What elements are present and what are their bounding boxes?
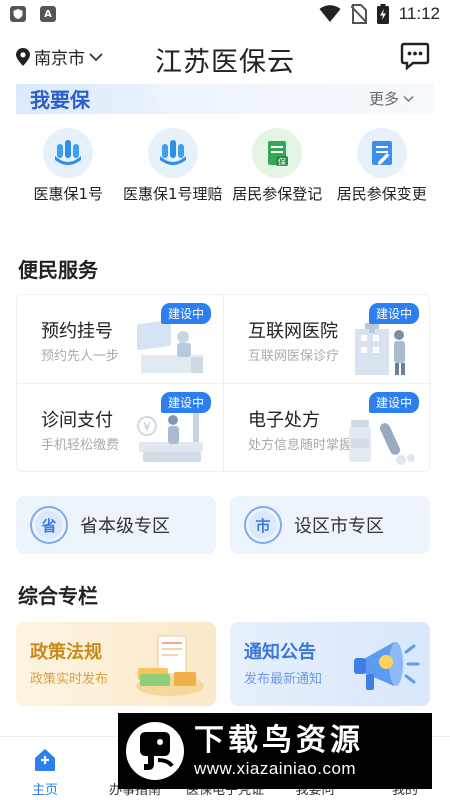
insure-item-yihuibao[interactable]: 医惠保1号 bbox=[16, 128, 121, 228]
document-insure-icon: 保 bbox=[252, 128, 303, 178]
insure-section-header: 我要保 更多 bbox=[16, 84, 434, 118]
zone-city[interactable]: 市 设区市专区 bbox=[230, 496, 430, 554]
policy-book-illustration bbox=[136, 635, 204, 696]
chevron-down-icon bbox=[403, 95, 414, 102]
megaphone-illustration bbox=[354, 642, 420, 690]
service-internet-hospital[interactable]: 互联网医院 互联网医保诊疗 建设中 bbox=[224, 295, 431, 384]
insure-more-link[interactable]: 更多 bbox=[369, 88, 414, 109]
service-clinic-payment[interactable]: 诊间支付 手机轻松缴费 ¥ 建设中 bbox=[17, 384, 224, 473]
hospital-illustration bbox=[355, 319, 405, 375]
status-time: 11:12 bbox=[398, 4, 440, 23]
insure-title: 我要保 bbox=[30, 88, 90, 112]
watermark-url: www.xiazainiao.com bbox=[194, 759, 357, 778]
hand-leaf-icon bbox=[147, 128, 198, 178]
card-policy[interactable]: 政策法规 政策实时发布 bbox=[16, 622, 216, 706]
insure-item-register[interactable]: 保 居民参保登记 bbox=[225, 128, 330, 228]
insure-item-change[interactable]: 居民参保变更 bbox=[330, 128, 435, 228]
payment-illustration: ¥ bbox=[137, 410, 203, 462]
city-icon: 市 bbox=[244, 506, 282, 544]
columns-title: 综合专栏 bbox=[18, 584, 98, 608]
document-edit-icon bbox=[356, 128, 407, 178]
status-badge: 建设中 bbox=[160, 392, 211, 413]
card-notice[interactable]: 通知公告 发布最新通知 bbox=[230, 622, 430, 706]
more-label: 更多 bbox=[368, 90, 399, 108]
insure-grid: 医惠保1号 医惠保1号理赔 保 居民参保登记 居民参保变更 bbox=[16, 128, 434, 228]
nav-home[interactable]: 主页 bbox=[0, 737, 90, 800]
watermark-name: 下载鸟资源 bbox=[194, 723, 364, 758]
insure-item-yihuibao-claim[interactable]: 医惠保1号理赔 bbox=[121, 128, 226, 228]
no-sim-icon bbox=[350, 4, 367, 24]
page-title: 江苏医保云 bbox=[155, 47, 295, 78]
a-icon: A bbox=[40, 6, 56, 22]
svg-text:¥: ¥ bbox=[143, 420, 151, 434]
svg-text:保: 保 bbox=[278, 157, 286, 167]
zone-provincial[interactable]: 省 省本级专区 bbox=[16, 496, 216, 554]
chat-bubble-icon bbox=[400, 42, 430, 71]
bird-logo-icon bbox=[126, 722, 184, 780]
app-header: 南京市 江苏医保云 bbox=[0, 30, 450, 84]
status-badge: 建设中 bbox=[368, 303, 419, 324]
shield-icon bbox=[10, 6, 26, 22]
battery-charging-icon bbox=[376, 4, 389, 24]
service-appointment[interactable]: 预约挂号 预约先人一步 建设中 bbox=[17, 295, 224, 384]
status-badge: 建设中 bbox=[160, 303, 211, 324]
service-e-prescription[interactable]: 电子处方 处方信息随时掌握 建设中 bbox=[224, 384, 431, 473]
status-badge: 建设中 bbox=[368, 392, 419, 413]
status-bar: A 11:12 bbox=[0, 0, 450, 30]
home-icon bbox=[35, 749, 55, 771]
services-grid: 预约挂号 预约先人一步 建设中 互联网医院 互联网医保诊疗 建设中 诊间支付 手… bbox=[16, 294, 431, 473]
province-icon: 省 bbox=[30, 506, 68, 544]
prescription-illustration bbox=[349, 420, 415, 465]
wifi-icon bbox=[319, 5, 341, 22]
doctor-desk-illustration bbox=[137, 319, 203, 373]
watermark-banner: 下载鸟资源 www.xiazainiao.com bbox=[118, 713, 432, 789]
hand-leaf-icon bbox=[43, 128, 94, 178]
services-title: 便民服务 bbox=[18, 258, 98, 282]
message-button[interactable] bbox=[400, 42, 430, 71]
